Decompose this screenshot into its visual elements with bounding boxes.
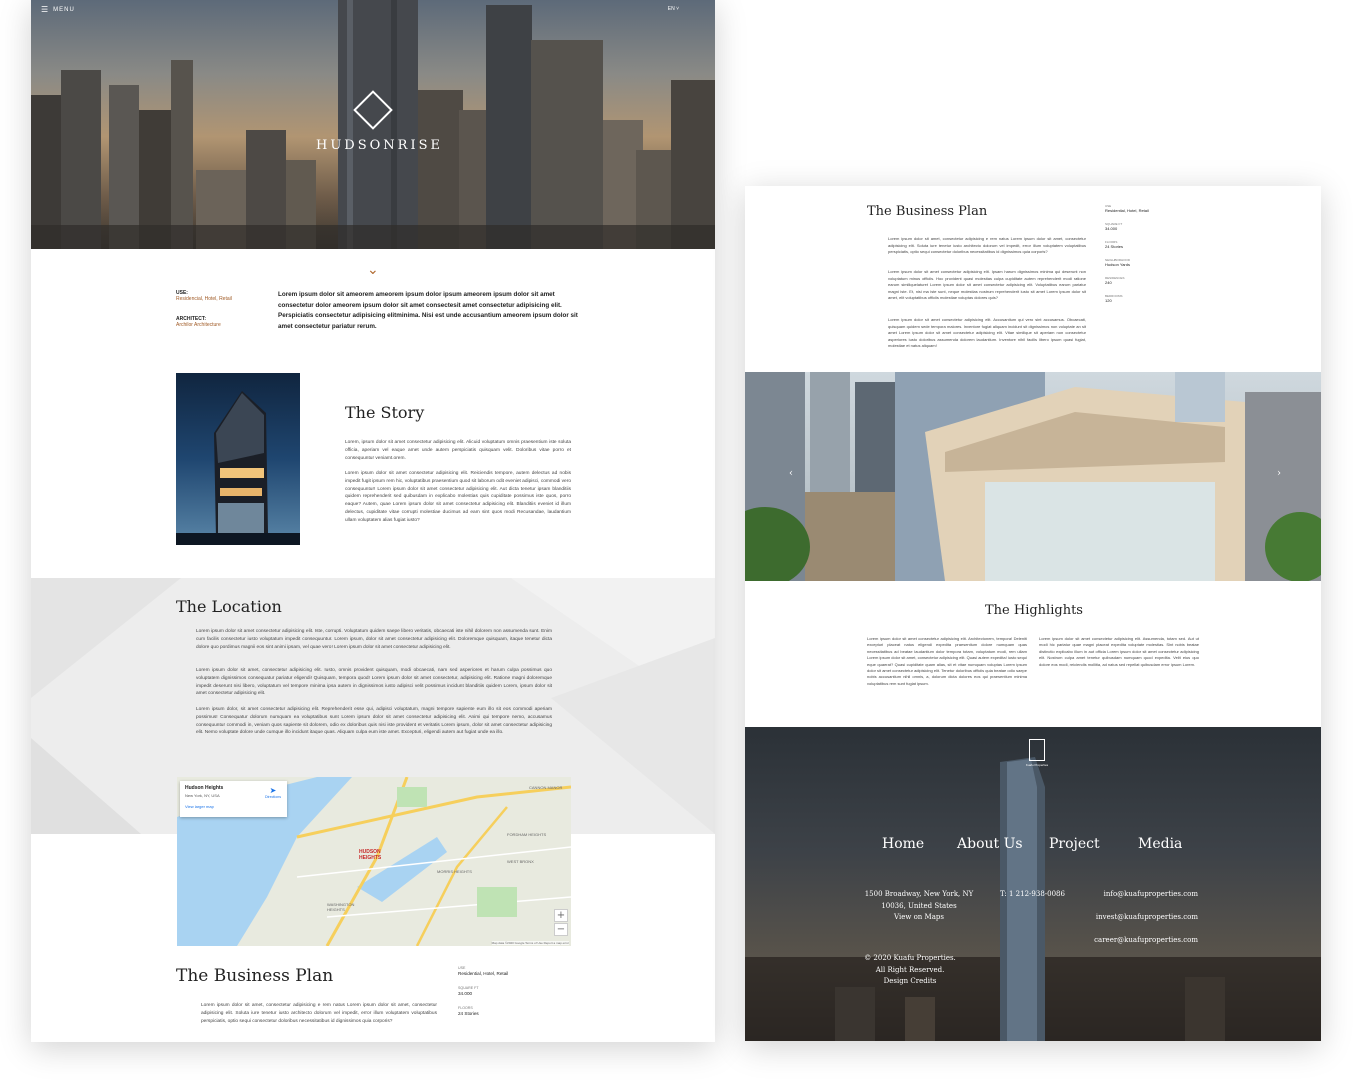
nav-media-link[interactable]: Media bbox=[1138, 836, 1182, 852]
business-plan-specs: USE Residential, Hotel, Retail SQUARE FT… bbox=[1105, 204, 1185, 312]
hamburger-icon: ☰ bbox=[41, 5, 50, 14]
highlights-right-column: Lorem ipsum dolor sit amet consectetur a… bbox=[1039, 636, 1199, 667]
spec-value: 120 bbox=[1105, 298, 1112, 303]
directions-button[interactable]: ➤ Directions bbox=[265, 786, 281, 799]
brand-logo-icon bbox=[1029, 739, 1045, 761]
business-plan-paragraph-1: Lorem ipsum dolor sit amet, consectetur … bbox=[888, 236, 1086, 255]
map-label-washington-heights: WASHINGTON HEIGHTS bbox=[327, 902, 355, 912]
footer-address: 1500 Broadway, New York, NY 10036, Unite… bbox=[864, 889, 974, 924]
address-line-2: 10036, United States bbox=[881, 901, 957, 910]
project-logo: HUDSONRISE bbox=[316, 90, 443, 153]
location-paragraph-2: Lorem ipsum dolor sit amet, consectetur … bbox=[196, 668, 552, 697]
carousel-next-icon[interactable]: › bbox=[1277, 468, 1281, 479]
map-zoom-out-button[interactable]: − bbox=[554, 923, 568, 936]
map-info-card: Hudson Heights New York, NY, USA View la… bbox=[180, 781, 287, 817]
night-tower-illustration bbox=[745, 757, 1321, 1041]
language-label: EN bbox=[667, 6, 675, 12]
site-footer: Kuafu Properties bbox=[745, 727, 1321, 1041]
footer-logo: Kuafu Properties bbox=[1017, 739, 1057, 767]
map-attribution: Map data ©2020 Google Terms of Use Repor… bbox=[491, 941, 569, 945]
map-label-manor: CANNON MANOR bbox=[529, 785, 563, 790]
nav-about-link[interactable]: About Us bbox=[957, 836, 1049, 852]
directions-label: Directions bbox=[265, 795, 281, 799]
map-label-fordham-heights: FORDHAM HEIGHTS bbox=[507, 832, 547, 837]
footer-emails: info@kuafuproperties.com invest@kuafupro… bbox=[1085, 889, 1198, 947]
footer-nav: Home About Us Project Media bbox=[882, 836, 1182, 852]
architect-value: Archilor Architecture bbox=[176, 322, 221, 328]
footer-phone[interactable]: T: 1 212-938-0086 bbox=[1000, 889, 1065, 901]
view-on-maps-link[interactable]: View on Maps bbox=[864, 912, 974, 924]
spec-value: 34.000 bbox=[1105, 226, 1118, 231]
nav-home-link[interactable]: Home bbox=[882, 836, 957, 852]
view-larger-map-link[interactable]: View larger map bbox=[185, 804, 282, 809]
hero-cityscape: ☰ MENU EN ˅ HUDSONRISE bbox=[31, 0, 715, 249]
address-line-1: 1500 Broadway, New York, NY bbox=[864, 890, 974, 898]
email-invest-link[interactable]: invest@kuafuproperties.com bbox=[1085, 912, 1198, 924]
copyright-line-2: All Right Reserved. bbox=[875, 965, 945, 974]
spec-value: Residential, Hotel, Retail bbox=[458, 971, 509, 976]
location-paragraph-1: Lorem ipsum dolor sit amet consectetur a… bbox=[196, 629, 552, 650]
directions-icon: ➤ bbox=[269, 786, 277, 795]
building-rendering-image: ‹ › bbox=[745, 372, 1321, 581]
business-plan-paragraph-2: Lorem ipsum dolor sit amet consectetur a… bbox=[888, 269, 1086, 301]
map-label-hudson-heights: HUDSON HEIGHTS bbox=[359, 849, 382, 861]
spec-value: 240 bbox=[1105, 280, 1112, 285]
story-title: The Story bbox=[345, 403, 425, 422]
story-paragraph-2: Lorem ipsum dolor sit amet consectetur a… bbox=[345, 471, 571, 523]
highlights-left-column: Lorem ipsum dolor sit amet consectetur a… bbox=[867, 636, 1027, 686]
email-career-link[interactable]: career@kuafuproperties.com bbox=[1085, 935, 1198, 947]
spec-value: 24 Stories bbox=[1105, 244, 1124, 249]
building-illustration bbox=[745, 372, 1321, 581]
location-title: The Location bbox=[176, 597, 282, 616]
copyright-line-1: © 2020 Kuafu Properties. bbox=[864, 954, 956, 962]
spec-value: Hudson Yards bbox=[1105, 262, 1130, 267]
nav-project-link[interactable]: Project bbox=[1049, 836, 1138, 852]
story-paragraph-1: Lorem, ipsum dolor sit amet consectetur … bbox=[345, 440, 571, 461]
business-plan-title: The Business Plan bbox=[867, 204, 988, 219]
menu-label: MENU bbox=[53, 6, 75, 13]
chevron-down-icon: ˅ bbox=[676, 6, 679, 12]
carousel-prev-icon[interactable]: ‹ bbox=[789, 468, 793, 479]
highlights-title: The Highlights bbox=[985, 603, 1083, 618]
business-plan-title: The Business Plan bbox=[176, 966, 334, 986]
right-page-mockup: The Business Plan Lorem ipsum dolor sit … bbox=[745, 186, 1321, 1041]
map-label-morris-heights: MORRIS HEIGHTS bbox=[437, 869, 472, 874]
project-meta: USE: Residencial, Hotel, Retail ARCHITEC… bbox=[176, 290, 266, 328]
spec-value: Residential, Hotel, Retail bbox=[1105, 208, 1149, 213]
business-plan-specs: USE Residential, Hotel, Retail SQUARE FT… bbox=[458, 966, 538, 1026]
footer-copyright: © 2020 Kuafu Properties. All Right Reser… bbox=[857, 953, 963, 988]
map-label-west-bronx: WEST BRONX bbox=[507, 859, 534, 864]
map-zoom-in-button[interactable]: + bbox=[554, 909, 568, 922]
diamond-logo-icon bbox=[353, 90, 393, 130]
location-paragraph-3: Lorem ipsum dolor, sit amet consectetur … bbox=[196, 707, 552, 736]
language-selector[interactable]: EN ˅ bbox=[668, 6, 679, 12]
logo-text: HUDSONRISE bbox=[316, 138, 443, 153]
menu-toggle[interactable]: ☰ MENU bbox=[41, 5, 75, 14]
footer-brand-name: Kuafu Properties bbox=[1025, 763, 1049, 767]
spec-value: 34.000 bbox=[458, 991, 473, 996]
design-credits-link[interactable]: Design Credits bbox=[857, 976, 963, 988]
business-plan-paragraph: Lorem ipsum dolor sit amet, consectetur … bbox=[201, 1003, 437, 1024]
tower-illustration bbox=[176, 391, 300, 545]
use-value: Residencial, Hotel, Retail bbox=[176, 296, 232, 302]
left-page-mockup: ☰ MENU EN ˅ HUDSONRISE ⌄ USE: Residencia… bbox=[31, 0, 715, 1042]
spec-value: 24 Stories bbox=[458, 1011, 479, 1016]
embedded-map[interactable]: Hudson Heights New York, NY, USA View la… bbox=[177, 777, 571, 946]
intro-paragraph: Lorem ipsum dolor sit ameorem ameorem ip… bbox=[278, 291, 578, 330]
story-tower-image bbox=[176, 373, 300, 545]
email-info-link[interactable]: info@kuafuproperties.com bbox=[1085, 889, 1198, 901]
business-plan-paragraph-3: Lorem ipsum dolor sit amet consectetur a… bbox=[888, 317, 1086, 349]
scroll-down-chevron-icon[interactable]: ⌄ bbox=[367, 262, 379, 278]
